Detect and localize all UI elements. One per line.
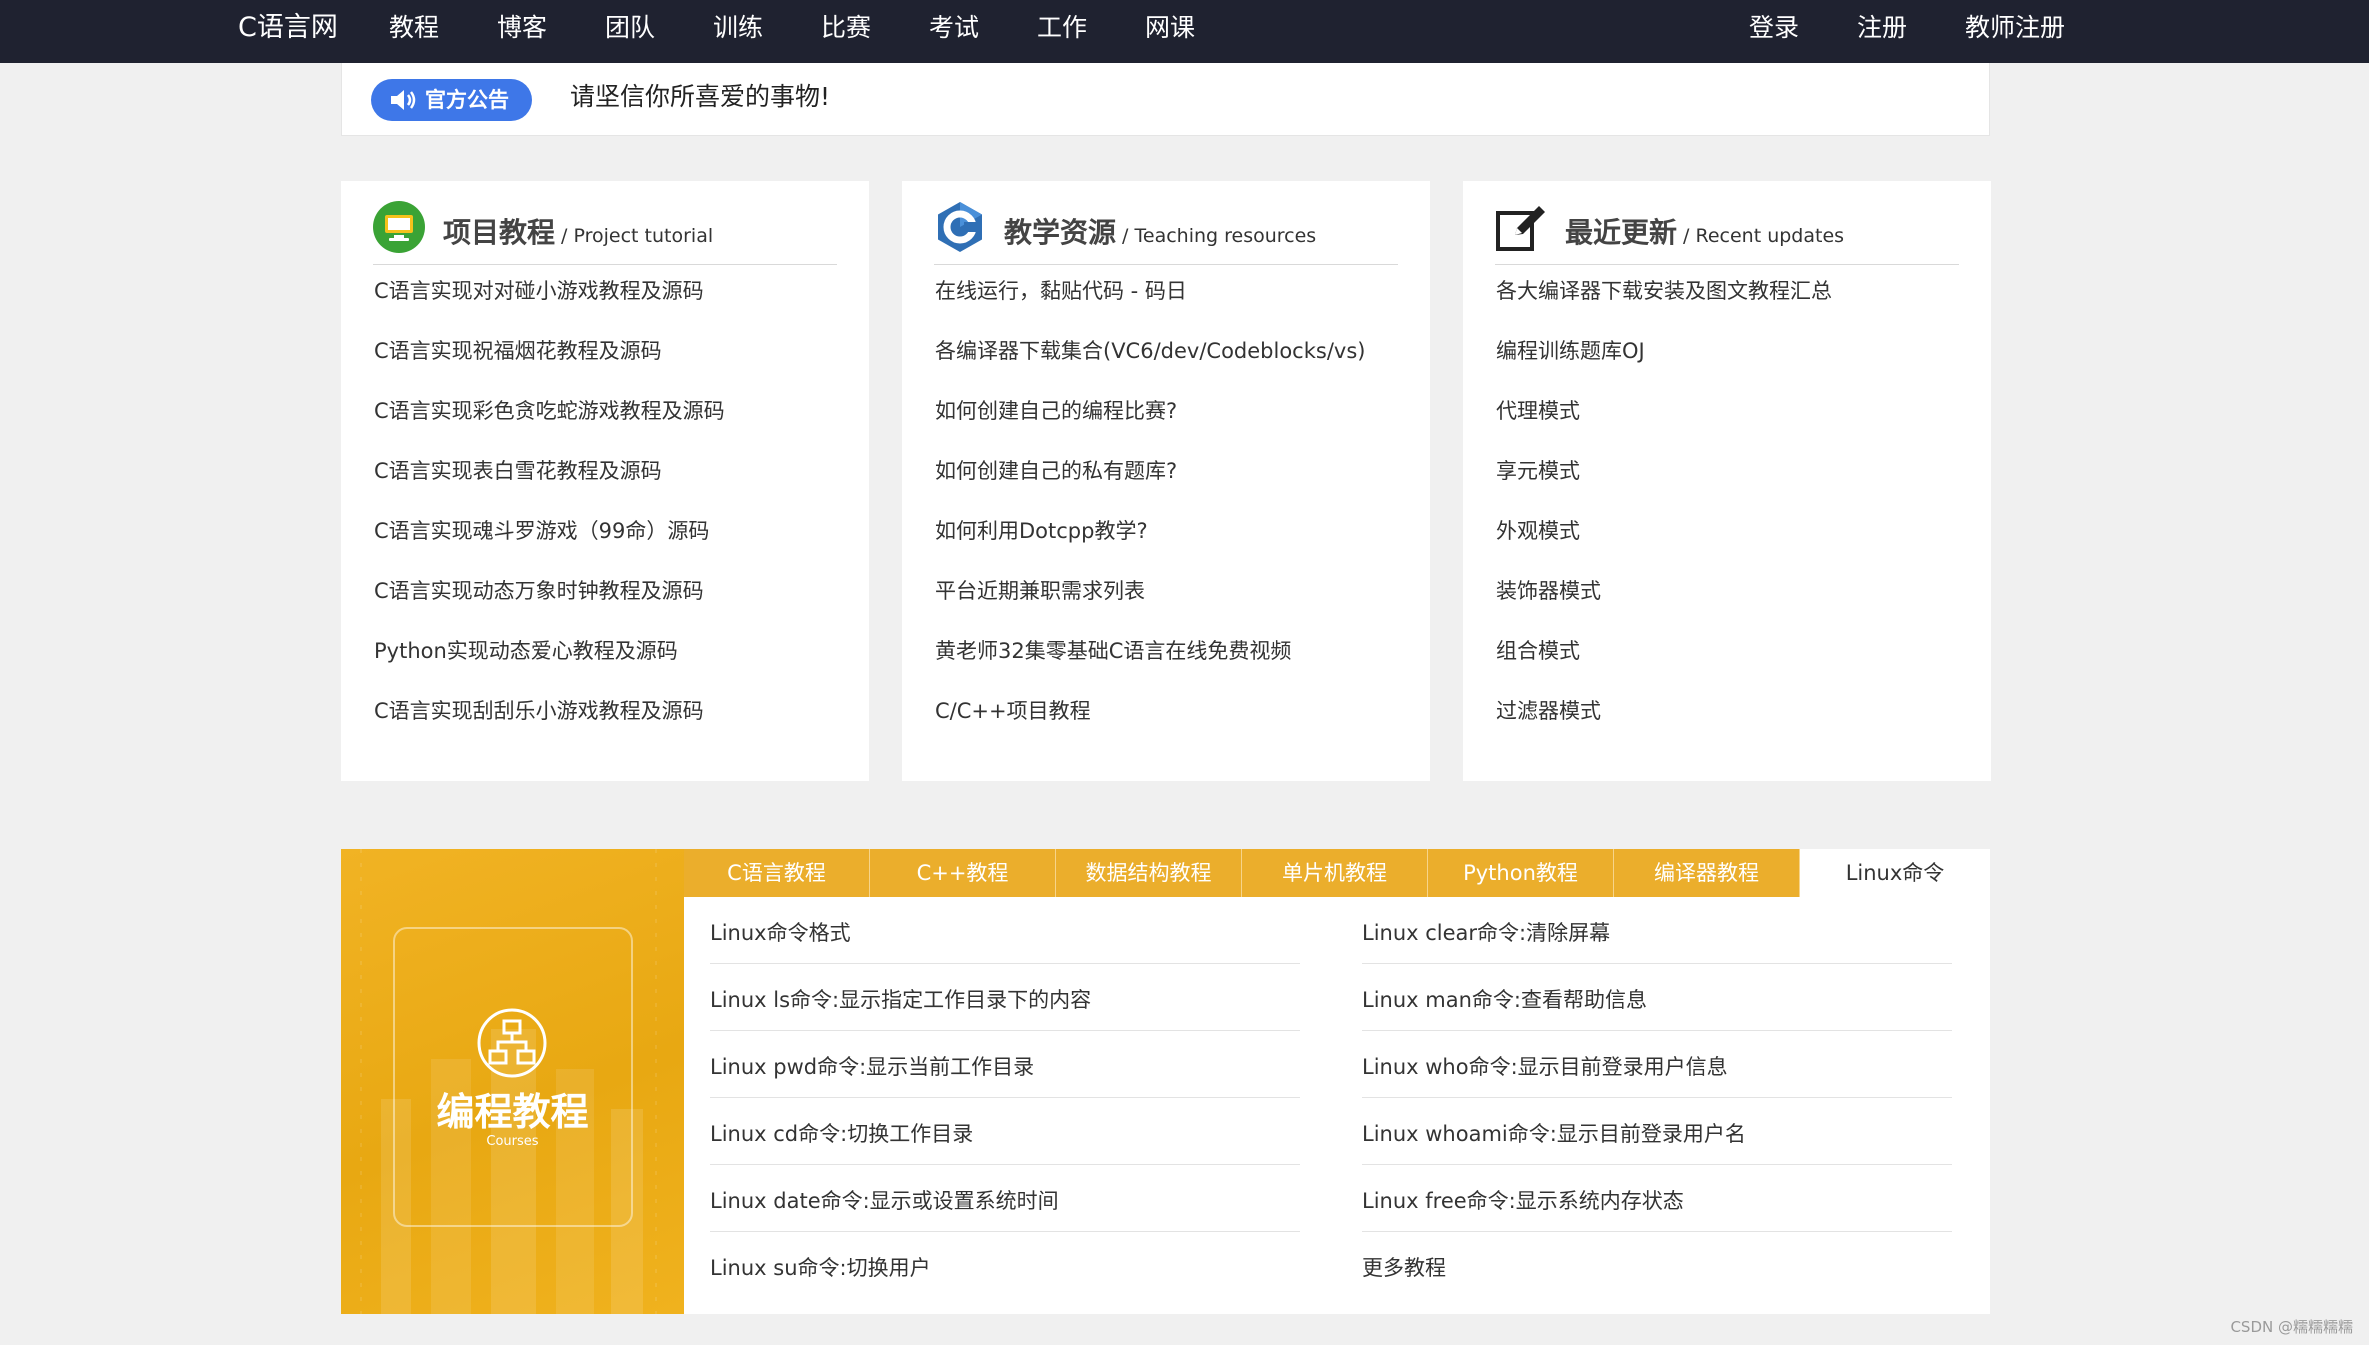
list-item[interactable]: Linux su命令:切换用户 [710,1232,1300,1299]
courses-banner[interactable]: 编程教程 Courses [341,849,684,1314]
list-item[interactable]: Linux clear命令:清除屏幕 [1362,897,1952,964]
card-title-text: 最近更新 [1565,216,1678,249]
list-item[interactable]: Linux cd命令:切换工作目录 [710,1098,1300,1165]
list-item[interactable]: Linux man命令:查看帮助信息 [1362,964,1952,1031]
list-item[interactable]: 外观模式 [1496,521,1832,581]
teaching-resources-list: 在线运行，黏贴代码 - 码日 各编译器下载集合(VC6/dev/Codebloc… [935,281,1365,761]
card-header: 教学资源 / Teaching resources [934,201,1398,265]
card-subtitle: / Project tutorial [555,225,714,247]
tab-linux-commands[interactable]: Linux命令 [1800,849,1990,897]
announcement-badge: 官方公告 [371,79,532,121]
tab-python-tutorial[interactable]: Python教程 [1428,849,1614,897]
teaching-resources-card: 教学资源 / Teaching resources 在线运行，黏贴代码 - 码日… [902,181,1430,781]
list-item[interactable]: Linux ls命令:显示指定工作目录下的内容 [710,964,1300,1031]
recent-updates-card: 最近更新 / Recent updates 各大编译器下载安装及图文教程汇总 编… [1463,181,1991,781]
site-logo-link[interactable]: C语言网 [238,0,338,63]
project-tutorial-list: C语言实现对对碰小游戏教程及源码 C语言实现祝福烟花教程及源码 C语言实现彩色贪… [374,281,725,761]
card-header: 项目教程 / Project tutorial [373,201,837,265]
watermark: CSDN @糯糯糯糯 [2230,1318,2353,1336]
recent-updates-list: 各大编译器下载安装及图文教程汇总 编程训练题库OJ 代理模式 享元模式 外观模式… [1496,281,1832,761]
list-item[interactable]: C/C++项目教程 [935,701,1365,761]
register-link[interactable]: 注册 [1857,0,1907,63]
courses-section: 编程教程 Courses C语言教程 C++教程 数据结构教程 单片机教程 Py… [341,849,1990,1314]
sitemap-icon [477,1008,547,1078]
c-language-icon [938,202,982,252]
tab-mcu-tutorial[interactable]: 单片机教程 [1242,849,1428,897]
list-item[interactable]: 在线运行，黏贴代码 - 码日 [935,281,1365,341]
list-item[interactable]: Linux命令格式 [710,897,1300,964]
list-item[interactable]: 各大编译器下载安装及图文教程汇总 [1496,281,1832,341]
teacher-register-link[interactable]: 教师注册 [1965,0,2065,63]
edit-icon [1496,206,1545,251]
list-item[interactable]: 如何创建自己的编程比赛? [935,401,1365,461]
list-item[interactable]: C语言实现表白雪花教程及源码 [374,461,725,521]
list-item[interactable]: 如何利用Dotcpp教学? [935,521,1365,581]
nav-item-online-course[interactable]: 网课 [1145,0,1195,63]
card-title-text: 项目教程 [443,216,556,249]
card-title: 教学资源 / Teaching resources [1004,211,1316,251]
card-title: 最近更新 / Recent updates [1565,211,1844,251]
card-header: 最近更新 / Recent updates [1495,201,1959,265]
monitor-icon [373,201,425,253]
announcement-bar: 官方公告 请坚信你所喜爱的事物! [341,63,1990,136]
card-title-text: 教学资源 [1004,216,1117,249]
list-item[interactable]: 如何创建自己的私有题库? [935,461,1365,521]
tab-data-structure-tutorial[interactable]: 数据结构教程 [1056,849,1242,897]
list-item[interactable]: 平台近期兼职需求列表 [935,581,1365,641]
list-item[interactable]: Linux who命令:显示目前登录用户信息 [1362,1031,1952,1098]
announcement-badge-label: 官方公告 [425,88,509,112]
nav-item-training[interactable]: 训练 [713,0,763,63]
list-item[interactable]: C语言实现祝福烟花教程及源码 [374,341,725,401]
list-item[interactable]: Python实现动态爱心教程及源码 [374,641,725,701]
list-item[interactable]: 编程训练题库OJ [1496,341,1832,401]
tab-compiler-tutorial[interactable]: 编译器教程 [1614,849,1800,897]
list-item[interactable]: C语言实现动态万象时钟教程及源码 [374,581,725,641]
tab-c-tutorial[interactable]: C语言教程 [684,849,870,897]
list-item[interactable]: 装饰器模式 [1496,581,1832,641]
list-item[interactable]: C语言实现彩色贪吃蛇游戏教程及源码 [374,401,725,461]
list-item[interactable]: 享元模式 [1496,461,1832,521]
nav-item-blog[interactable]: 博客 [497,0,547,63]
speaker-icon [391,90,416,110]
nav-item-team[interactable]: 团队 [605,0,655,63]
list-item[interactable]: 过滤器模式 [1496,701,1832,761]
list-item[interactable]: 组合模式 [1496,641,1832,701]
card-subtitle: / Recent updates [1677,225,1845,247]
card-subtitle: / Teaching resources [1116,225,1317,247]
banner-subtitle: Courses [486,1134,539,1149]
course-tabs: C语言教程 C++教程 数据结构教程 单片机教程 Python教程 编译器教程 … [684,849,1990,897]
nav-item-jobs[interactable]: 工作 [1037,0,1087,63]
top-navbar: C语言网 教程 博客 团队 训练 比赛 考试 工作 网课 登录 注册 教师注册 [0,0,2369,63]
list-item[interactable]: 代理模式 [1496,401,1832,461]
login-link[interactable]: 登录 [1749,0,1799,63]
card-title: 项目教程 / Project tutorial [443,211,713,251]
list-item[interactable]: C语言实现刮刮乐小游戏教程及源码 [374,701,725,761]
more-tutorials-link[interactable]: 更多教程 [1362,1232,1952,1299]
list-item[interactable]: 各编译器下载集合(VC6/dev/Codeblocks/vs) [935,341,1365,401]
list-item[interactable]: 黄老师32集零基础C语言在线免费视频 [935,641,1365,701]
announcement-text[interactable]: 请坚信你所喜爱的事物! [570,77,830,113]
list-item[interactable]: Linux free命令:显示系统内存状态 [1362,1165,1952,1232]
project-tutorial-card: 项目教程 / Project tutorial C语言实现对对碰小游戏教程及源码… [341,181,869,781]
list-item[interactable]: Linux date命令:显示或设置系统时间 [710,1165,1300,1232]
nav-item-tutorials[interactable]: 教程 [389,0,439,63]
nav-item-exam[interactable]: 考试 [929,0,979,63]
list-item[interactable]: Linux pwd命令:显示当前工作目录 [710,1031,1300,1098]
list-item[interactable]: Linux whoami命令:显示目前登录用户名 [1362,1098,1952,1165]
tab-cpp-tutorial[interactable]: C++教程 [870,849,1056,897]
list-item[interactable]: C语言实现对对碰小游戏教程及源码 [374,281,725,341]
list-item[interactable]: C语言实现魂斗罗游戏（99命）源码 [374,521,725,581]
banner-title: 编程教程 [436,1090,589,1134]
nav-item-contest[interactable]: 比赛 [821,0,871,63]
